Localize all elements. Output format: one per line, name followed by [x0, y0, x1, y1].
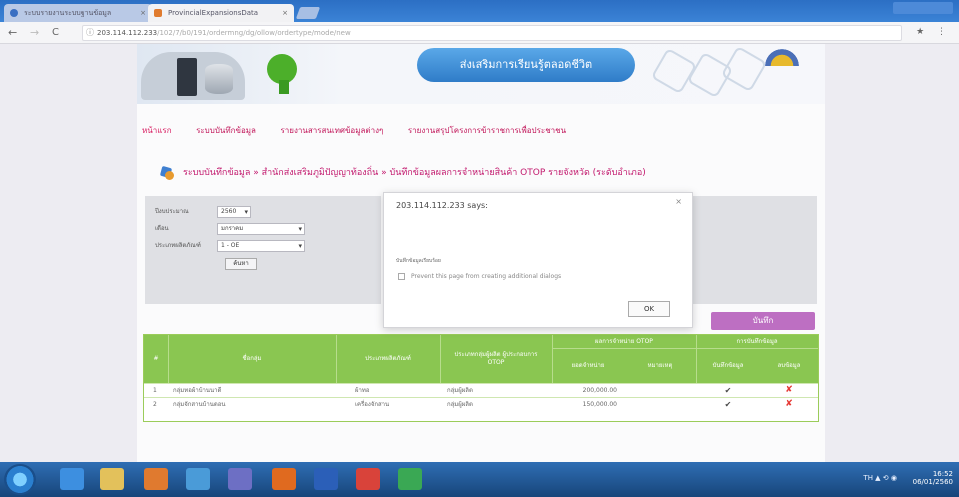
- hexagon-decoration: [650, 47, 698, 95]
- tab-close-icon[interactable]: ×: [282, 4, 288, 22]
- menu-item-reports[interactable]: รายงานสารสนเทศข้อมูลต่างๆ: [281, 126, 384, 135]
- cell-product: กลุ่มผู้ผลิต: [447, 401, 473, 408]
- browser-menu-icons[interactable]: ★ ⋮: [916, 27, 951, 37]
- breadcrumb: ระบบบันทึกข้อมูล » สำนักส่งเสริมภูมิปัญญ…: [159, 162, 646, 184]
- back-button[interactable]: ←: [8, 26, 17, 40]
- header-district: ประเภทผลิตภัณฑ์: [365, 355, 411, 362]
- prevent-dialogs-checkbox[interactable]: Prevent this page from creating addition…: [398, 273, 561, 280]
- header-name: ชื่อกลุ่ม: [242, 355, 262, 362]
- filter-label-type: ประเภทผลิตภัณฑ์: [155, 242, 201, 249]
- sales-table: # ชื่อกลุ่ม ประเภทผลิตภัณฑ์ ประเภทกลุ่มผ…: [143, 334, 819, 422]
- browser-tab-2[interactable]: ProvincialExpansionsData ×: [148, 4, 294, 22]
- clock-time: 16:52: [932, 470, 953, 478]
- cell-no: 2: [153, 401, 157, 408]
- server-icon: [177, 58, 197, 96]
- tab-label: ProvincialExpansionsData: [168, 9, 259, 17]
- tab-close-icon[interactable]: ×: [140, 4, 146, 22]
- cell-district: เครื่องจักสาน: [355, 401, 390, 408]
- menu-item-summary[interactable]: รายงานสรุปโครงการข้าราชการเพื่อประชาชน: [408, 126, 566, 135]
- reload-button[interactable]: C: [52, 26, 59, 40]
- month-select[interactable]: มกราคม: [217, 223, 305, 235]
- cell-amount: 200,000.00: [582, 387, 617, 394]
- alert-dialog: 203.114.112.233 says: × บันทึกข้อมูลเรีย…: [383, 192, 693, 328]
- menu-item-home[interactable]: หน้าแรก: [142, 126, 172, 135]
- department-seal-icon: [765, 44, 799, 66]
- site-banner: ส่งเสริมการเรียนรู้ตลอดชีวิต: [137, 44, 825, 104]
- filter-label-month: เดือน: [155, 225, 169, 232]
- excel-icon[interactable]: [398, 468, 422, 490]
- save-button[interactable]: บันทึก: [711, 312, 815, 330]
- chrome-icon[interactable]: [356, 468, 380, 490]
- dialog-title: 203.114.112.233 says:: [396, 201, 488, 210]
- cell-amount: 150,000.00: [582, 401, 617, 408]
- word-icon[interactable]: [314, 468, 338, 490]
- dialog-close-icon[interactable]: ×: [675, 197, 682, 206]
- filter-label-year: ปีงบประมาณ: [155, 208, 189, 215]
- browser-tab-strip: ระบบรายงานระบบฐานข้อมูล × ProvincialExpa…: [0, 0, 959, 22]
- ok-button[interactable]: OK: [628, 301, 670, 317]
- media-player-icon[interactable]: [144, 468, 168, 490]
- app-icon[interactable]: [228, 468, 252, 490]
- window-controls[interactable]: [893, 2, 953, 14]
- start-button[interactable]: [4, 464, 36, 495]
- forward-button[interactable]: →: [30, 26, 39, 40]
- tab-favicon-icon: [10, 9, 18, 17]
- clock-date: 06/01/2560: [912, 478, 953, 486]
- info-icon[interactable]: ⓘ: [86, 26, 94, 40]
- table-row: 2 กลุ่มจักสานบ้านดอน เครื่องจักสาน กลุ่ม…: [144, 397, 818, 411]
- cell-name: กลุ่มจักสานบ้านดอน: [173, 401, 226, 408]
- database-icon: [205, 64, 233, 94]
- clock[interactable]: 16:52 06/01/2560: [913, 470, 953, 486]
- address-host: 203.114.112.233: [97, 29, 158, 37]
- ie-icon[interactable]: [60, 468, 84, 490]
- address-bar[interactable]: ⓘ 203.114.112.233/102/7/b0/191/ordermng/…: [82, 25, 902, 41]
- folder-icon[interactable]: [100, 468, 124, 490]
- cell-product: กลุ่มผู้ผลิต: [447, 387, 473, 394]
- delete-icon[interactable]: ✘: [760, 398, 818, 411]
- dialog-message: บันทึกข้อมูลเรียบร้อย: [396, 258, 441, 264]
- tray-icons[interactable]: TH ▲ ⟲ ◉: [863, 474, 897, 482]
- header-sales-note: หมายเหตุ: [647, 362, 673, 369]
- header-sales-amount: ยอดจำหน่าย: [571, 362, 605, 369]
- breadcrumb-text: ระบบบันทึกข้อมูล » สำนักส่งเสริมภูมิปัญญ…: [183, 168, 646, 178]
- side-panel: [689, 196, 817, 304]
- header-sales-group: ผลการจำหน่าย OTOP: [552, 335, 696, 349]
- cell-name: กลุ่มทอผ้าบ้านนาดี: [173, 387, 222, 394]
- app-icon[interactable]: [186, 468, 210, 490]
- checkbox-icon[interactable]: [398, 273, 405, 280]
- breadcrumb-icon: [159, 165, 175, 181]
- taskbar: TH ▲ ⟲ ◉ 16:52 06/01/2560: [0, 462, 959, 497]
- header-status-done: บันทึกข้อมูล: [712, 362, 744, 369]
- header-no: #: [153, 355, 159, 362]
- new-tab-button[interactable]: [295, 7, 321, 19]
- cell-district: ผ้าทอ: [355, 387, 370, 394]
- header-status-delete: ลบข้อมูล: [777, 362, 801, 369]
- hexagon-decoration: [720, 45, 768, 93]
- tab-label: ระบบรายงานระบบฐานข้อมูล: [24, 9, 112, 17]
- browser-tab-1[interactable]: ระบบรายงานระบบฐานข้อมูล ×: [4, 4, 152, 22]
- tab-favicon-icon: [154, 9, 162, 17]
- cell-no: 1: [153, 387, 157, 394]
- table-row: 1 กลุ่มทอผ้าบ้านนาดี ผ้าทอ กลุ่มผู้ผลิต …: [144, 383, 818, 397]
- type-select[interactable]: 1 - OE: [217, 240, 305, 252]
- browser-toolbar: ← → C ⓘ 203.114.112.233/102/7/b0/191/ord…: [0, 22, 959, 44]
- search-button[interactable]: ค้นหา: [225, 258, 257, 270]
- check-icon: ✔: [724, 400, 732, 409]
- header-status-group: การบันทึกข้อมูล: [696, 335, 818, 349]
- menu-item-data-entry[interactable]: ระบบบันทึกข้อมูล: [196, 126, 256, 135]
- main-menu: หน้าแรก ระบบบันทึกข้อมูล รายงานสารสนเทศข…: [142, 124, 588, 140]
- delete-icon[interactable]: ✘: [760, 384, 818, 397]
- page-viewport: ส่งเสริมการเรียนรู้ตลอดชีวิต หน้าแรก ระบ…: [0, 44, 959, 462]
- address-path: /102/7/b0/191/ordermng/dg/ollow/ordertyp…: [157, 29, 351, 37]
- firefox-icon[interactable]: [272, 468, 296, 490]
- year-select[interactable]: 2560: [217, 206, 251, 218]
- header-product: ประเภทกลุ่มผู้ผลิต ผู้ประกอบการ OTOP: [454, 351, 538, 366]
- filter-panel: ปีงบประมาณ 2560 เดือน มกราคม ประเภทผลิตภ…: [145, 196, 381, 304]
- check-icon: ✔: [724, 386, 732, 395]
- checkbox-label: Prevent this page from creating addition…: [411, 273, 562, 280]
- banner-title: ส่งเสริมการเรียนรู้ตลอดชีวิต: [417, 48, 635, 82]
- device-icon: [279, 80, 289, 94]
- table-header: # ชื่อกลุ่ม ประเภทผลิตภัณฑ์ ประเภทกลุ่มผ…: [144, 335, 818, 383]
